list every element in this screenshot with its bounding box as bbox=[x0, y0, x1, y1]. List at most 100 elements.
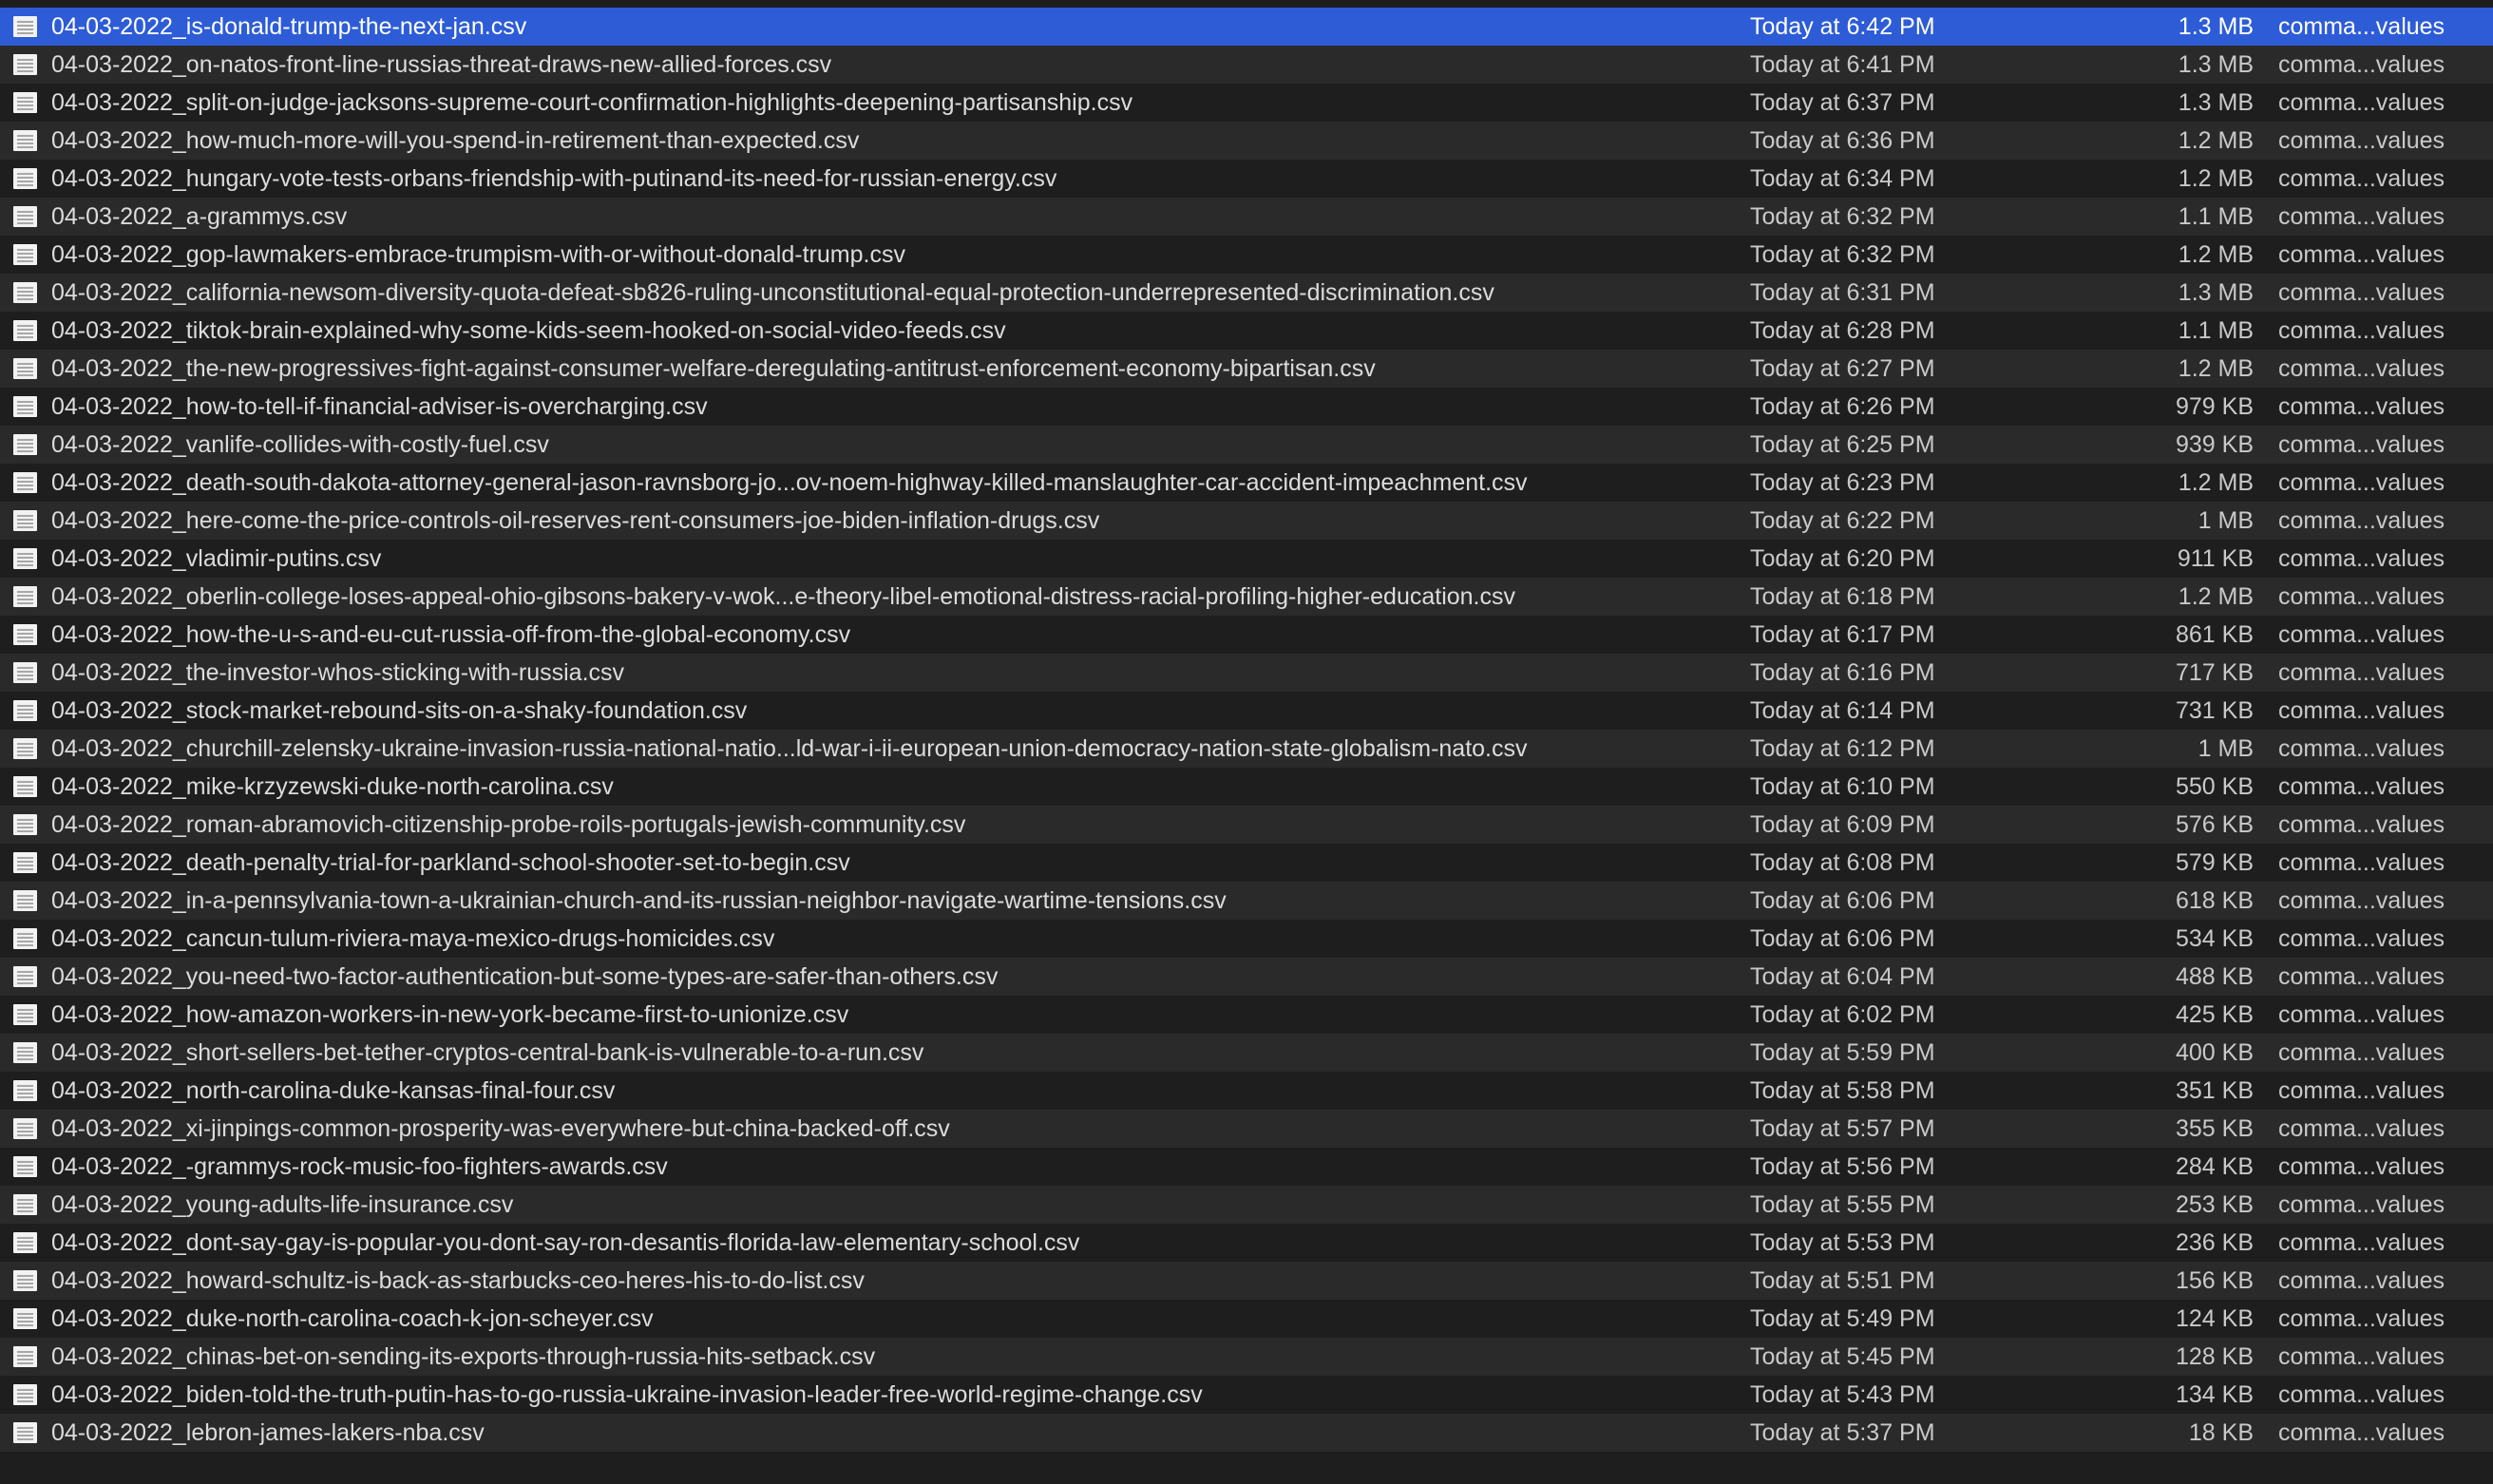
file-row[interactable]: 04-03-2022_stock-market-rebound-sits-on-… bbox=[0, 692, 2493, 730]
file-row[interactable]: 04-03-2022_a-grammys.csv Today at 6:32 PM… bbox=[0, 198, 2493, 236]
file-date-modified: Today at 5:57 PM bbox=[1750, 1115, 1935, 1142]
file-row[interactable]: 04-03-2022_biden-told-the-truth-putin-ha… bbox=[0, 1376, 2493, 1414]
file-date-modified: Today at 6:20 PM bbox=[1750, 545, 1935, 572]
file-kind: comma...values bbox=[2278, 51, 2445, 78]
file-row[interactable]: 04-03-2022_death-penalty-trial-for-parkl… bbox=[0, 844, 2493, 882]
file-size: 1.3 MB bbox=[2178, 279, 2254, 306]
file-row[interactable]: 04-03-2022_young-adults-life-insurance.c… bbox=[0, 1186, 2493, 1224]
file-row[interactable]: 04-03-2022_tiktok-brain-explained-why-so… bbox=[0, 312, 2493, 350]
file-size: 1.2 MB bbox=[2178, 469, 2254, 496]
file-name: 04-03-2022_tiktok-brain-explained-why-so… bbox=[51, 317, 1006, 344]
file-size: 717 KB bbox=[2175, 659, 2254, 686]
file-date-modified: Today at 6:27 PM bbox=[1750, 355, 1935, 382]
file-date-modified: Today at 6:10 PM bbox=[1750, 773, 1935, 800]
file-name: 04-03-2022_duke-north-carolina-coach-k-j… bbox=[51, 1305, 654, 1332]
file-date-modified: Today at 6:26 PM bbox=[1750, 393, 1935, 420]
file-size: 1.2 MB bbox=[2178, 355, 2254, 382]
file-size: 400 KB bbox=[2175, 1039, 2254, 1066]
file-name: 04-03-2022_lebron-james-lakers-nba.csv bbox=[51, 1419, 485, 1446]
file-row[interactable]: 04-03-2022_north-carolina-duke-kansas-fi… bbox=[0, 1072, 2493, 1110]
file-kind: comma...values bbox=[2278, 469, 2445, 496]
file-row[interactable]: 04-03-2022_how-to-tell-if-financial-advi… bbox=[0, 388, 2493, 426]
csv-document-icon bbox=[13, 320, 37, 341]
csv-document-icon bbox=[13, 54, 37, 75]
file-row[interactable]: 04-03-2022_the-investor-whos-sticking-wi… bbox=[0, 654, 2493, 692]
csv-document-icon bbox=[13, 1384, 37, 1405]
file-kind: comma...values bbox=[2278, 887, 2445, 914]
file-row[interactable]: 04-03-2022_how-amazon-workers-in-new-yor… bbox=[0, 996, 2493, 1034]
file-name: 04-03-2022_gop-lawmakers-embrace-trumpis… bbox=[51, 241, 905, 268]
file-row[interactable]: 04-03-2022_is-donald-trump-the-next-jan.… bbox=[0, 8, 2493, 46]
file-row[interactable]: 04-03-2022_-grammys-rock-music-foo-fight… bbox=[0, 1148, 2493, 1186]
csv-document-icon bbox=[13, 396, 37, 417]
file-size: 939 KB bbox=[2175, 431, 2254, 458]
file-list: 04-03-2022_is-donald-trump-the-next-jan.… bbox=[0, 8, 2493, 1452]
file-row[interactable]: 04-03-2022_on-natos-front-line-russias-t… bbox=[0, 46, 2493, 84]
file-date-modified: Today at 5:45 PM bbox=[1750, 1343, 1935, 1370]
file-date-modified: Today at 6:17 PM bbox=[1750, 621, 1935, 648]
file-date-modified: Today at 6:06 PM bbox=[1750, 887, 1935, 914]
file-row[interactable]: 04-03-2022_how-the-u-s-and-eu-cut-russia… bbox=[0, 616, 2493, 654]
file-date-modified: Today at 6:41 PM bbox=[1750, 51, 1935, 78]
file-row[interactable]: 04-03-2022_lebron-james-lakers-nba.csv To… bbox=[0, 1414, 2493, 1452]
csv-document-icon bbox=[13, 1080, 37, 1101]
file-row[interactable]: 04-03-2022_split-on-judge-jacksons-supre… bbox=[0, 84, 2493, 122]
file-kind: comma...values bbox=[2278, 963, 2445, 990]
file-name: 04-03-2022_california-newsom-diversity-q… bbox=[51, 279, 1494, 306]
file-kind: comma...values bbox=[2278, 13, 2445, 40]
file-date-modified: Today at 6:12 PM bbox=[1750, 735, 1935, 762]
file-row[interactable]: 04-03-2022_roman-abramovich-citizenship-… bbox=[0, 806, 2493, 844]
file-kind: comma...values bbox=[2278, 203, 2445, 230]
file-row[interactable]: 04-03-2022_mike-krzyzewski-duke-north-ca… bbox=[0, 768, 2493, 806]
file-kind: comma...values bbox=[2278, 925, 2445, 952]
file-row[interactable]: 04-03-2022_howard-schultz-is-back-as-sta… bbox=[0, 1262, 2493, 1300]
file-kind: comma...values bbox=[2278, 507, 2445, 534]
file-name: 04-03-2022_the-investor-whos-sticking-wi… bbox=[51, 659, 625, 686]
file-row[interactable]: 04-03-2022_oberlin-college-loses-appeal-… bbox=[0, 578, 2493, 616]
file-row[interactable]: 04-03-2022_how-much-more-will-you-spend-… bbox=[0, 122, 2493, 160]
file-row[interactable]: 04-03-2022_churchill-zelensky-ukraine-in… bbox=[0, 730, 2493, 768]
file-size: 1.1 MB bbox=[2178, 317, 2254, 344]
file-size: 579 KB bbox=[2175, 849, 2254, 876]
file-kind: comma...values bbox=[2278, 165, 2445, 192]
file-date-modified: Today at 6:31 PM bbox=[1750, 279, 1935, 306]
file-row[interactable]: 04-03-2022_hungary-vote-tests-orbans-fri… bbox=[0, 160, 2493, 198]
file-date-modified: Today at 5:56 PM bbox=[1750, 1153, 1935, 1180]
file-row[interactable]: 04-03-2022_duke-north-carolina-coach-k-j… bbox=[0, 1300, 2493, 1338]
file-name: 04-03-2022_death-south-dakota-attorney-g… bbox=[51, 469, 1528, 496]
file-row[interactable]: 04-03-2022_in-a-pennsylvania-town-a-ukra… bbox=[0, 882, 2493, 920]
file-size: 488 KB bbox=[2175, 963, 2254, 990]
file-date-modified: Today at 6:02 PM bbox=[1750, 1001, 1935, 1028]
file-size: 236 KB bbox=[2175, 1229, 2254, 1256]
file-row[interactable]: 04-03-2022_vladimir-putins.csv Today at 6… bbox=[0, 540, 2493, 578]
file-row[interactable]: 04-03-2022_vanlife-collides-with-costly-… bbox=[0, 426, 2493, 464]
file-row[interactable]: 04-03-2022_death-south-dakota-attorney-g… bbox=[0, 464, 2493, 502]
file-row[interactable]: 04-03-2022_dont-say-gay-is-popular-you-d… bbox=[0, 1224, 2493, 1262]
file-row[interactable]: 04-03-2022_california-newsom-diversity-q… bbox=[0, 274, 2493, 312]
file-size: 534 KB bbox=[2175, 925, 2254, 952]
file-date-modified: Today at 6:42 PM bbox=[1750, 13, 1935, 40]
file-name: 04-03-2022_how-much-more-will-you-spend-… bbox=[51, 127, 860, 154]
file-name: 04-03-2022_chinas-bet-on-sending-its-exp… bbox=[51, 1343, 876, 1370]
file-row[interactable]: 04-03-2022_the-new-progressives-fight-ag… bbox=[0, 350, 2493, 388]
file-row[interactable]: 04-03-2022_chinas-bet-on-sending-its-exp… bbox=[0, 1338, 2493, 1376]
file-size: 134 KB bbox=[2175, 1381, 2254, 1408]
file-size: 1.3 MB bbox=[2178, 89, 2254, 116]
file-name: 04-03-2022_split-on-judge-jacksons-supre… bbox=[51, 89, 1133, 116]
file-size: 1.2 MB bbox=[2178, 127, 2254, 154]
file-kind: comma...values bbox=[2278, 393, 2445, 420]
file-row[interactable]: 04-03-2022_cancun-tulum-riviera-maya-mex… bbox=[0, 920, 2493, 958]
file-date-modified: Today at 6:16 PM bbox=[1750, 659, 1935, 686]
file-row[interactable]: 04-03-2022_you-need-two-factor-authentic… bbox=[0, 958, 2493, 996]
file-kind: comma...values bbox=[2278, 1229, 2445, 1256]
file-size: 550 KB bbox=[2175, 773, 2254, 800]
file-name: 04-03-2022_on-natos-front-line-russias-t… bbox=[51, 51, 832, 78]
file-row[interactable]: 04-03-2022_here-come-the-price-controls-… bbox=[0, 502, 2493, 540]
file-row[interactable]: 04-03-2022_gop-lawmakers-embrace-trumpis… bbox=[0, 236, 2493, 274]
file-size: 731 KB bbox=[2175, 697, 2254, 724]
file-name: 04-03-2022_how-the-u-s-and-eu-cut-russia… bbox=[51, 621, 851, 648]
file-row[interactable]: 04-03-2022_xi-jinpings-common-prosperity… bbox=[0, 1110, 2493, 1148]
file-row[interactable]: 04-03-2022_short-sellers-bet-tether-cryp… bbox=[0, 1034, 2493, 1072]
file-size: 618 KB bbox=[2175, 887, 2254, 914]
file-size: 284 KB bbox=[2175, 1153, 2254, 1180]
